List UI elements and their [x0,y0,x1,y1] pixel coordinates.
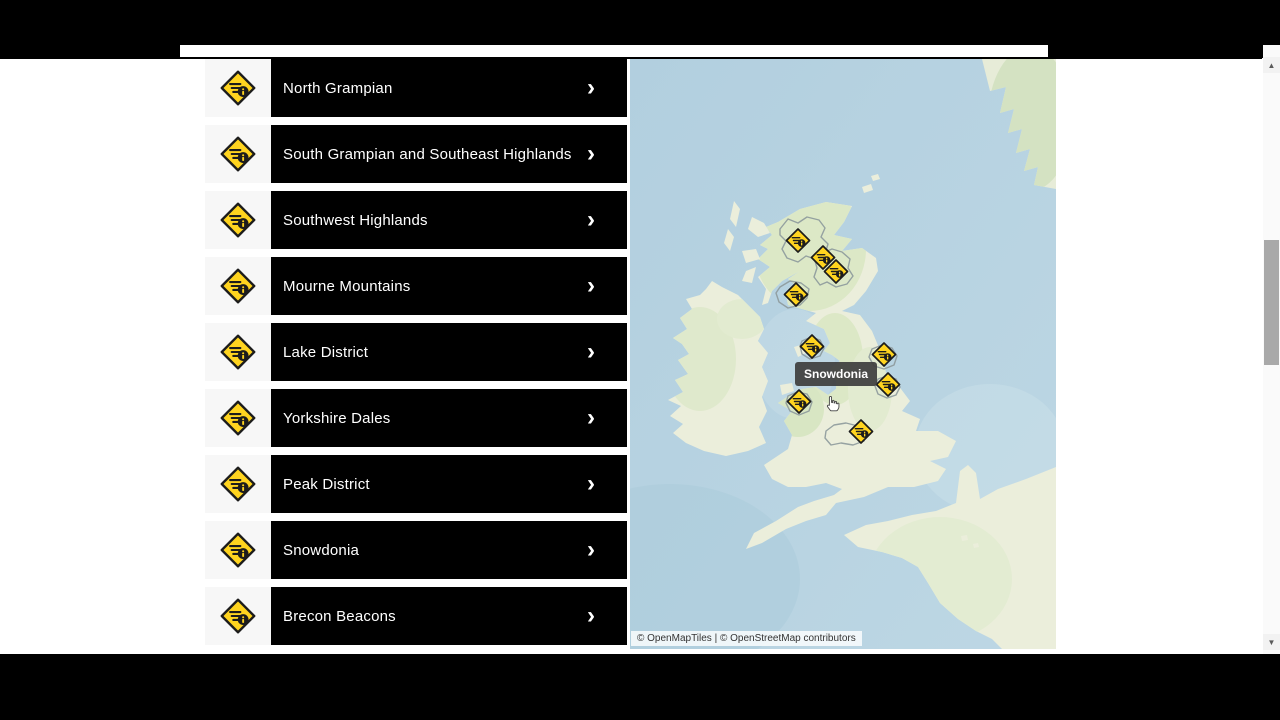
scrollbar[interactable]: ▲ ▼ [1263,45,1280,655]
warning-icon [205,455,271,513]
chevron-right-icon: › [587,404,595,431]
scroll-up-button[interactable]: ▲ [1263,57,1280,73]
region-row-lake-district[interactable]: Lake District › [205,323,627,381]
chevron-right-icon: › [587,338,595,365]
warning-marker[interactable] [786,388,813,420]
warning-marker[interactable] [785,227,812,259]
warning-marker[interactable] [875,371,902,403]
region-row-southwest-highlands[interactable]: Southwest Highlands › [205,191,627,249]
scroll-down-button[interactable]: ▼ [1263,634,1280,650]
warning-icon [205,521,271,579]
warning-marker[interactable] [799,333,826,365]
warning-marker[interactable] [848,418,875,450]
region-label: Mourne Mountains [283,277,411,295]
page: North Grampian › South Grampian and Sout… [0,0,1280,720]
region-label: Southwest Highlands [283,211,428,229]
mountain-region-list: North Grampian › South Grampian and Sout… [205,59,627,653]
region-label: Peak District [283,475,370,493]
region-row-brecon-beacons[interactable]: Brecon Beacons › [205,587,627,645]
uk-warnings-map[interactable]: Snowdonia © OpenMapTiles | © OpenStreetM… [630,59,1056,649]
letterbox-top [0,0,1280,45]
warning-icon [205,587,271,645]
region-row-snowdonia[interactable]: Snowdonia › [205,521,627,579]
chevron-right-icon: › [587,536,595,563]
warning-icon [205,191,271,249]
region-row-yorkshire-dales[interactable]: Yorkshire Dales › [205,389,627,447]
region-label: Snowdonia [283,541,360,559]
scrollbar-thumb[interactable] [1264,240,1279,365]
warning-marker[interactable] [823,258,850,290]
region-label: Yorkshire Dales [283,409,391,427]
chevron-right-icon: › [587,206,595,233]
region-row-north-grampian[interactable]: North Grampian › [205,59,627,117]
chevron-right-icon: › [587,272,595,299]
letterbox-bottom [0,654,1280,720]
hand-cursor-icon [824,395,842,418]
region-row-peak-district[interactable]: Peak District › [205,455,627,513]
warning-icon [205,125,271,183]
region-label: Brecon Beacons [283,607,396,625]
uk-basemap [630,59,1056,649]
chevron-right-icon: › [587,470,595,497]
chevron-right-icon: › [587,74,595,101]
map-tooltip: Snowdonia [795,362,877,386]
warning-icon [205,323,271,381]
map-attribution[interactable]: © OpenMapTiles | © OpenStreetMap contrib… [631,631,862,646]
region-row-south-grampian[interactable]: South Grampian and Southeast Highlands › [205,125,627,183]
warning-icon [205,389,271,447]
region-label: South Grampian and Southeast Highlands [283,145,572,163]
region-label: Lake District [283,343,369,361]
warning-icon [205,59,271,117]
warning-icon [205,257,271,315]
region-label: North Grampian [283,79,393,97]
region-row-mourne-mountains[interactable]: Mourne Mountains › [205,257,627,315]
chevron-right-icon: › [587,140,595,167]
chevron-right-icon: › [587,602,595,629]
warning-marker[interactable] [783,281,810,313]
